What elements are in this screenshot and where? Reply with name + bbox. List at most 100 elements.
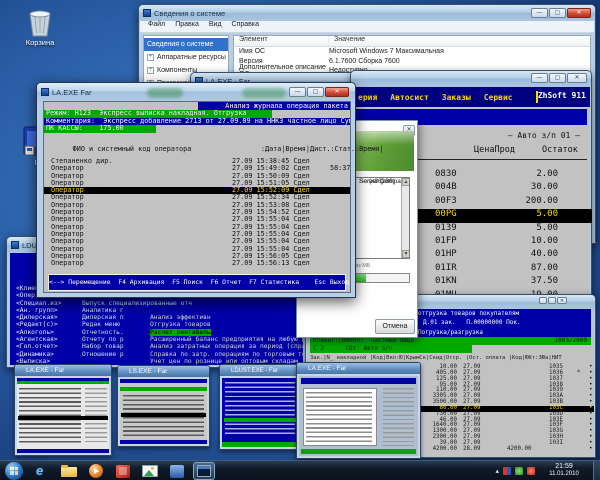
menu-row[interactable]: <Гол.отчет> Набор товар Анализ затратных… (10, 343, 303, 350)
system-info-titlebar[interactable]: Сведения о системе (139, 5, 595, 21)
menu-row[interactable]: <Агентская> Отчету по р Расширенный бала… (10, 336, 303, 343)
menu-item[interactable]: Справка (232, 21, 259, 28)
close-button[interactable]: ✕ (567, 8, 591, 18)
maximize-button[interactable]: ▢ (549, 73, 566, 83)
start-button[interactable] (3, 462, 25, 480)
mini-title: LDUST.EXE - Far (231, 368, 278, 374)
mini-window-ls[interactable]: LS.EXE - Far (117, 365, 210, 447)
auto-header: — Авто з/п 01 — (508, 131, 580, 140)
menu-item[interactable]: Правка (175, 21, 199, 28)
taskbar-media-player-icon[interactable]: ▶ (86, 463, 106, 479)
minimize-button[interactable] (539, 297, 547, 304)
expand-icon[interactable]: + (147, 54, 154, 61)
system-tray: ▴ 21:59 11.01.2010 (495, 461, 600, 480)
column-price: ЦенаПрод (474, 145, 515, 155)
tray-flag-icon[interactable] (503, 467, 511, 475)
menu-row[interactable]: <Специал.из> Выпуск специализированные о… (10, 300, 303, 307)
client-counter: 1003/2000 (554, 337, 587, 344)
price-row[interactable]: 01HP 40.00 26.0000 (418, 249, 592, 262)
system-info-row[interactable]: Имя ОС Microsoft Windows 7 Максимальная (234, 47, 590, 57)
log-row[interactable]: Оператор 27.09 15:56:13 Сдел (44, 260, 350, 267)
mini-titlebar[interactable]: LDUST.EXE - Far (220, 365, 300, 376)
cancel-button[interactable]: Отмена (375, 319, 415, 334)
mini-window-la[interactable]: LA.EXE - Far (14, 364, 112, 456)
taskbar-photo-viewer-icon[interactable] (140, 463, 160, 479)
log-window-controls: — ▢ ✕ (288, 87, 349, 97)
scrollbar[interactable]: ▲ ▼ (401, 178, 409, 258)
menu-row[interactable]: <Дилерская> Дилерская п Анализ эффективн (10, 314, 303, 321)
desktop-icon-label: Корзина (12, 38, 68, 47)
mini-titlebar[interactable]: LA.EXE - Far (15, 365, 111, 376)
taskbar-console-active-icon[interactable] (194, 463, 214, 479)
recycle-bin-icon (25, 6, 55, 38)
menu-item[interactable]: Файл (148, 21, 165, 28)
column-header-value[interactable]: Значение (329, 36, 365, 46)
price-row[interactable]: 004B 30.00 4.0000 (418, 182, 592, 195)
minimize-button[interactable]: — (531, 8, 548, 18)
footer-frame: <--> Перемещение F4 Архивация F5 Поиск F… (48, 274, 346, 291)
menu-item[interactable]: Сервис (484, 93, 513, 102)
hidden-icons-chevron-icon[interactable]: ▴ (495, 467, 499, 475)
mini-content (299, 376, 418, 456)
console-icon (41, 88, 49, 96)
close-button[interactable]: ✕ (567, 73, 587, 83)
price-row[interactable]: 01KN 37.50 2.0000 (418, 276, 592, 289)
mini-content (17, 378, 109, 453)
maximize-button[interactable] (548, 297, 556, 304)
expand-icon[interactable]: + (147, 67, 154, 74)
function-key-bar: <--> Перемещение F4 Архивация F5 Поиск F… (49, 275, 345, 290)
system-info-icon (143, 9, 151, 17)
price-row[interactable]: 00F3 200.00 1.0000 (418, 196, 592, 209)
operator-log-list: Степаненко дир. 27.09 15:38:45 Сдел Опер… (44, 158, 350, 267)
scroll-up-icon[interactable]: ▲ (402, 178, 410, 186)
taskbar: e ▶ ▴ (0, 460, 600, 480)
taskbar-blue-app-icon[interactable] (167, 463, 187, 479)
taskbar-ie-icon[interactable]: e (32, 463, 52, 479)
close-button[interactable]: ✕ (557, 297, 567, 304)
client-info: Клиент:(00000) частный лица (313, 337, 414, 344)
client-line: Клиент:(00000) частный лица 1003/2000 (310, 337, 591, 345)
maximize-button[interactable]: ▢ (307, 87, 324, 97)
minimize-button[interactable]: — (289, 87, 306, 97)
nav-item[interactable]: + Аппаратные ресурсы (144, 51, 228, 64)
menu-row[interactable]: <Динамика> Отношение р Справка по затр. … (10, 351, 303, 358)
show-desktop-button[interactable] (593, 461, 600, 480)
menu-item[interactable]: Автосист (390, 93, 429, 102)
mini-titlebar[interactable]: LA.EXE - Far (297, 363, 420, 374)
scroll-down-icon[interactable]: ▼ (402, 250, 410, 258)
invoice-window-controls: ✕ (538, 297, 567, 304)
mini-titlebar[interactable]: LS.EXE - Far (118, 366, 209, 377)
glass-reflection (147, 88, 183, 98)
price-row[interactable]: 00PG 5.00 1.0000 (418, 209, 592, 222)
price-row[interactable]: 01FP 10.00 2.0000 (418, 236, 592, 249)
clock-time: 21:59 (543, 463, 585, 471)
close-button[interactable]: ✕ (325, 87, 349, 97)
tray-update-icon[interactable] (515, 467, 523, 475)
price-row[interactable]: 0139 5.00 2.0000 (418, 223, 592, 236)
menu-row[interactable]: <Алкоголь> Отчетность. Расчет рентабель (10, 329, 303, 336)
menu-item[interactable]: ерия (358, 93, 377, 102)
desktop-icon-recycle-bin[interactable]: Корзина (12, 6, 68, 47)
mini-content (120, 379, 207, 444)
price-row[interactable]: 01IR 87.00 1.0000 (418, 263, 592, 276)
taskbar-clock[interactable]: 21:59 11.01.2010 (543, 463, 585, 479)
menu-row[interactable]: <Редакт(с)> Редак меню Отгрузка товаров (10, 321, 303, 328)
mini-window-la2[interactable]: LA.EXE - Far (296, 362, 421, 459)
console-icon (11, 241, 19, 249)
price-row[interactable]: 0830 2.00 24.0000 (418, 169, 592, 182)
console-icon (121, 369, 127, 375)
minimize-button[interactable]: — (531, 73, 548, 83)
mini-window-ldust[interactable]: LDUST.EXE - Far (219, 364, 301, 450)
zhsoft-menubar: ерияАвтосистЗаказыСервис ZhSoft 911 (352, 87, 590, 107)
tray-alert-icon[interactable] (527, 467, 535, 475)
column-header-element[interactable]: Элемент (234, 36, 329, 46)
menu-item[interactable]: Вид (209, 21, 222, 28)
nav-item[interactable]: + Сведения о системе (144, 38, 228, 51)
menu-item[interactable]: Заказы (442, 93, 471, 102)
component-list-item[interactable]: (x86) (369, 178, 384, 185)
console-icon (18, 368, 24, 374)
maximize-button[interactable]: ▢ (549, 8, 566, 18)
taskbar-red-app-icon[interactable] (113, 463, 133, 479)
taskbar-explorer-icon[interactable] (59, 463, 79, 479)
log-content: Анализ журнала операция пакета Режим: Н1… (43, 101, 351, 293)
